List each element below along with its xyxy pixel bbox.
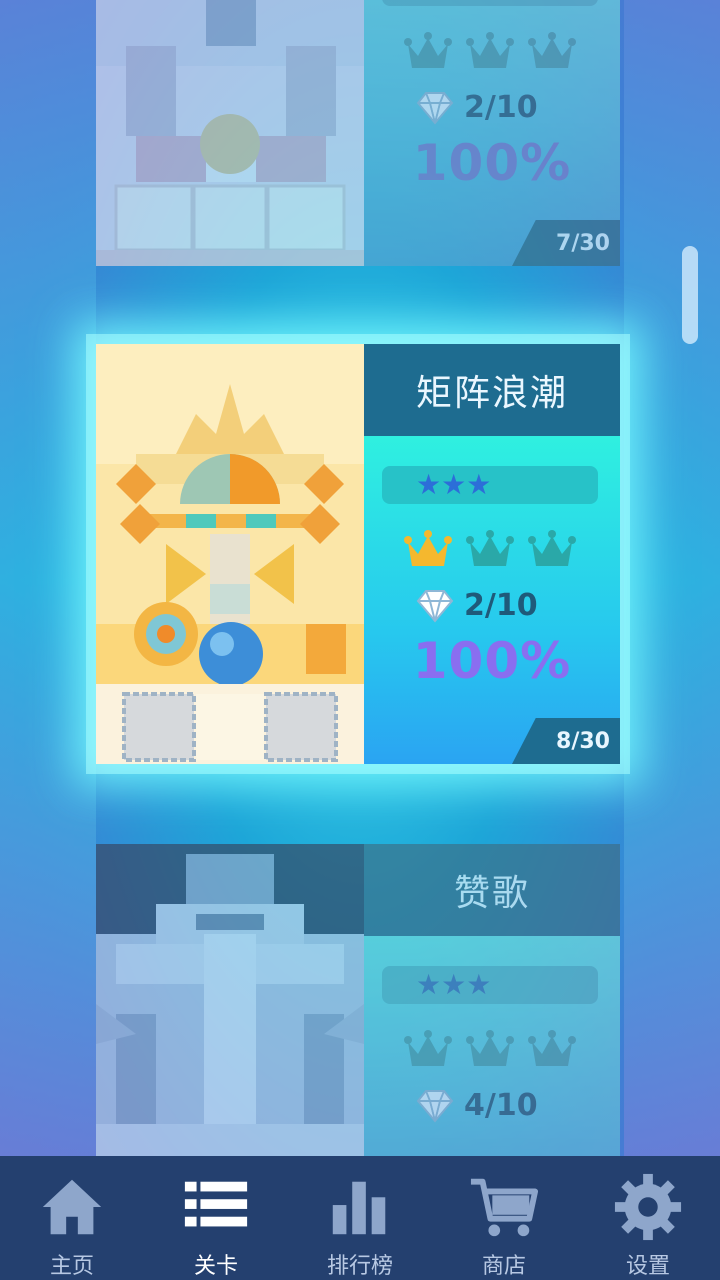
scrollbar[interactable] [682,246,698,344]
nav-label: 主页 [49,1254,94,1279]
level-thumbnail [96,0,364,266]
gem-count: 4/10 [464,1088,538,1123]
level-number: 7/30 [512,220,620,266]
completion-percent: 100% [412,134,572,192]
level-number: 8/30 [512,718,620,764]
list-icon [184,1181,248,1227]
level-title: 赞歌 [364,844,620,936]
crown-rating [404,1030,576,1072]
nav-levels[interactable]: 关卡 [144,1156,288,1280]
bar-chart-icon [332,1181,386,1235]
gem-progress: 4/10 [416,1088,538,1123]
nav-leaderboard[interactable]: 排行榜 [288,1156,432,1280]
gem-count: 2/10 [464,588,538,623]
completion-percent: 100% [412,632,572,690]
diamond-icon [416,1089,454,1123]
crown-icon [528,1030,576,1066]
level-card-8[interactable]: 矩阵浪潮 ★★★ 2/10 100% 8/30 [96,344,620,764]
crown-icon [466,1030,514,1066]
level-info: ★★★ 2/10 100% 7/30 [364,0,620,266]
nav-settings[interactable]: 设置 [576,1156,720,1280]
cart-icon [470,1178,539,1237]
crown-rating [404,530,576,572]
nav-label: 商店 [481,1254,526,1279]
crown-rating [404,32,576,74]
crown-icon [466,530,514,566]
nav-label: 排行榜 [326,1254,393,1279]
difficulty-stars: ★★★ [382,966,598,1004]
gear-icon [614,1173,682,1241]
nav-label: 关卡 [193,1254,238,1279]
diamond-icon [416,589,454,623]
background-left [0,0,96,1160]
nav-home[interactable]: 主页 [0,1156,144,1280]
crown-icon [404,1030,452,1066]
level-card-7[interactable]: ★★★ 2/10 100% 7/30 [96,0,620,266]
crown-icon [466,32,514,68]
level-thumbnail [96,344,364,764]
gem-progress: 2/10 [416,90,538,125]
nav-label: 设置 [625,1254,670,1279]
nav-shop[interactable]: 商店 [432,1156,576,1280]
diamond-icon [416,91,454,125]
crown-icon [528,530,576,566]
gem-count: 2/10 [464,90,538,125]
gem-progress: 2/10 [416,588,538,623]
level-title: 矩阵浪潮 [364,344,620,436]
difficulty-stars: ★★★ [382,0,598,6]
home-icon [42,1179,102,1235]
crown-icon [404,32,452,68]
difficulty-stars: ★★★ [382,466,598,504]
crown-icon [528,32,576,68]
crown-icon [404,530,452,566]
bottom-nav: 主页 关卡 排行榜 商店 设置 [0,1156,720,1280]
background-right [624,0,720,1160]
level-info: 矩阵浪潮 ★★★ 2/10 100% 8/30 [364,344,620,764]
